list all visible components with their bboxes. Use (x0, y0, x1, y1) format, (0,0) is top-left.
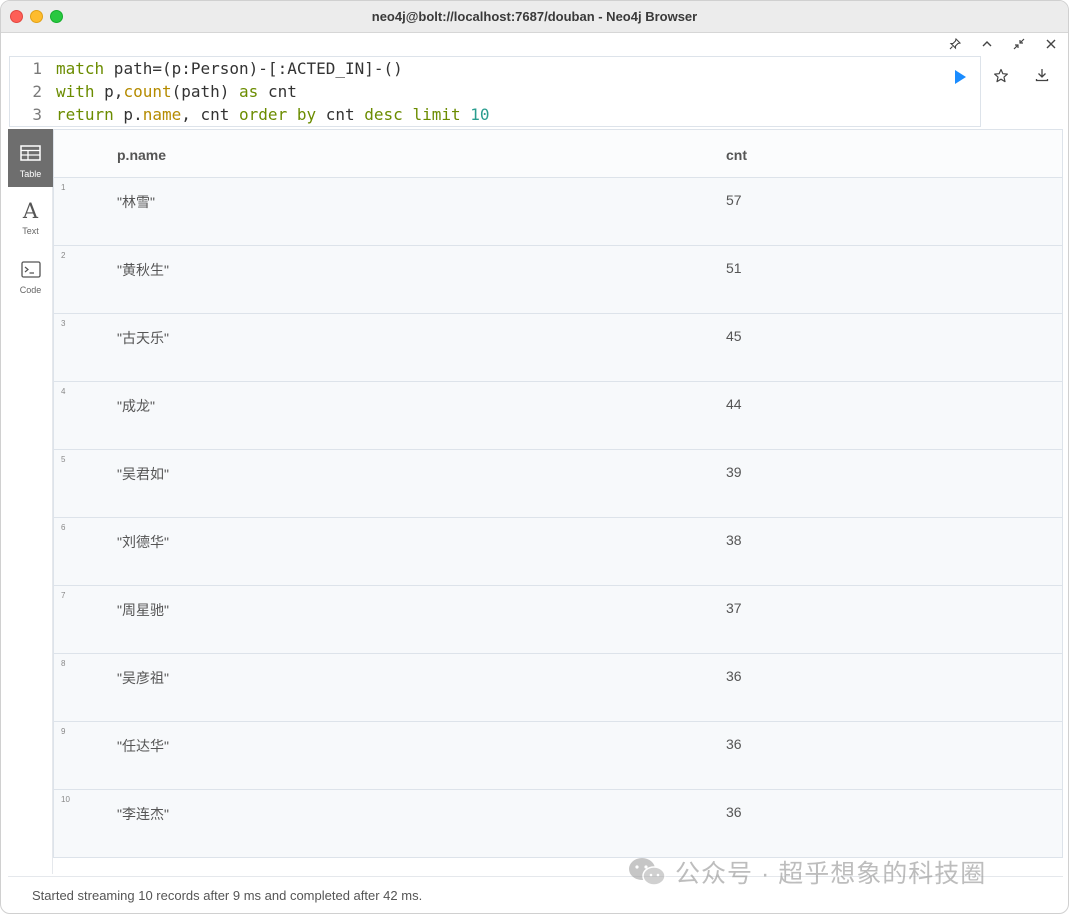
view-tab-label: Table (19, 169, 42, 179)
chevron-up-icon[interactable] (978, 37, 996, 55)
cell-name: "林雪" (117, 194, 155, 210)
play-icon (955, 70, 966, 84)
code-token: name (142, 105, 182, 124)
code-icon (21, 261, 41, 278)
cell-name: "古天乐" (117, 330, 169, 346)
watermark-text: 公众号 · 超乎想象的科技圈 (675, 860, 987, 888)
download-button[interactable] (1035, 68, 1053, 86)
close-icon[interactable] (1042, 37, 1060, 55)
status-text: Started streaming 10 records after 9 ms … (32, 888, 423, 903)
view-tab-text[interactable]: A Text (8, 189, 53, 247)
view-tab-table[interactable]: Table (8, 129, 53, 187)
cell-name: "周星驰" (117, 602, 169, 618)
row-index: 7 (61, 591, 66, 600)
code-token: limit (412, 105, 461, 124)
download-icon (1035, 69, 1049, 82)
column-header-name: p.name (117, 147, 167, 163)
code-token: cnt (316, 105, 365, 124)
code-token: count (123, 82, 172, 101)
cell-cnt: 36 (726, 668, 742, 684)
collapse-arrows-icon[interactable] (1010, 37, 1028, 55)
row-index: 3 (61, 319, 66, 328)
table-icon (20, 145, 41, 161)
run-button[interactable] (951, 68, 969, 86)
table-row[interactable]: 3 "古天乐" 45 (54, 314, 1062, 382)
row-index: 2 (61, 251, 66, 260)
table-header: p.name cnt (54, 130, 1062, 178)
code-token: as (239, 82, 259, 101)
cell-name: "黄秋生" (117, 262, 169, 278)
cypher-editor[interactable]: 1 match path=(p:Person)-[:ACTED_IN]-() 2w… (9, 56, 981, 127)
table-row[interactable]: 5 "吴君如" 39 (54, 450, 1062, 518)
cell-cnt: 57 (726, 192, 742, 208)
favorite-button[interactable] (993, 68, 1011, 86)
cell-name: "李连杰" (117, 806, 169, 822)
cell-cnt: 39 (726, 464, 742, 480)
cell-name: "刘德华" (117, 534, 169, 550)
code-line-3: 3 return p.name, cnt order by cnt desc li… (10, 103, 490, 126)
table-row[interactable]: 9 "任达华" 36 (54, 722, 1062, 790)
pin-icon[interactable] (946, 37, 964, 55)
column-header-cnt: cnt (726, 147, 747, 163)
cell-cnt: 36 (726, 736, 742, 752)
code-token: match (56, 59, 105, 78)
window-title: neo4j@bolt://localhost:7687/douban - Neo… (371, 9, 698, 24)
code-token: return (56, 105, 114, 124)
table-row[interactable]: 6 "刘德华" 38 (54, 518, 1062, 586)
cell-cnt: 36 (726, 804, 742, 820)
code-token: (path) (171, 82, 240, 101)
table-row[interactable]: 4 "成龙" 44 (54, 382, 1062, 450)
table-row[interactable]: 10 "李连杰" 36 (54, 790, 1062, 858)
watermark: 公众号 · 超乎想象的科技圈 (627, 855, 986, 889)
wechat-icon (629, 858, 666, 886)
title-bar: neo4j@bolt://localhost:7687/douban - Neo… (1, 1, 1068, 33)
code-token: order (239, 105, 288, 124)
row-index: 6 (61, 523, 66, 532)
view-tab-code[interactable]: Code (8, 251, 53, 309)
line-number: 3 (32, 105, 42, 124)
cell-cnt: 44 (726, 396, 742, 412)
result-table: p.name cnt 1 "林雪" 57 2 "黄秋生" 51 3 "古天乐" … (53, 129, 1063, 858)
row-index: 10 (61, 795, 70, 804)
row-index: 8 (61, 659, 66, 668)
table-row[interactable]: 8 "吴彦祖" 36 (54, 654, 1062, 722)
table-row[interactable]: 2 "黄秋生" 51 (54, 246, 1062, 314)
line-number: 2 (32, 82, 42, 101)
cell-name: "成龙" (117, 398, 155, 414)
code-token: desc (364, 105, 403, 124)
code-token: p. (113, 105, 143, 124)
code-token: 10 (470, 105, 490, 124)
row-index: 4 (61, 387, 66, 396)
code-line-1: 1 match path=(p:Person)-[:ACTED_IN]-() (10, 57, 403, 80)
cell-cnt: 51 (726, 260, 742, 276)
cell-name: "吴君如" (117, 466, 169, 482)
row-index: 9 (61, 727, 66, 736)
view-tab-label: Code (19, 285, 42, 295)
table-row[interactable]: 7 "周星驰" 37 (54, 586, 1062, 654)
code-token: with (56, 82, 95, 101)
text-icon: A (22, 199, 39, 223)
code-token: p, (94, 82, 124, 101)
result-view-sidebar: Table A Text Code (8, 129, 53, 874)
line-number: 1 (32, 59, 42, 78)
neo4j-browser-window: neo4j@bolt://localhost:7687/douban - Neo… (0, 0, 1069, 914)
row-index: 1 (61, 183, 66, 192)
row-index: 5 (61, 455, 66, 464)
star-icon (994, 68, 1008, 83)
code-token: path=(p:Person)-[:ACTED_IN]-() (104, 59, 403, 78)
view-tab-label: Text (22, 226, 39, 236)
cell-cnt: 38 (726, 532, 742, 548)
cell-name: "任达华" (117, 738, 169, 754)
cell-name: "吴彦祖" (117, 670, 169, 686)
cell-cnt: 45 (726, 328, 742, 344)
code-line-2: 2 with p,count(path) as cnt (10, 80, 297, 103)
cell-cnt: 37 (726, 600, 742, 616)
code-token: by (296, 105, 317, 124)
table-row[interactable]: 1 "林雪" 57 (54, 178, 1062, 246)
code-token: , cnt (181, 105, 240, 124)
code-token: cnt (258, 82, 297, 101)
